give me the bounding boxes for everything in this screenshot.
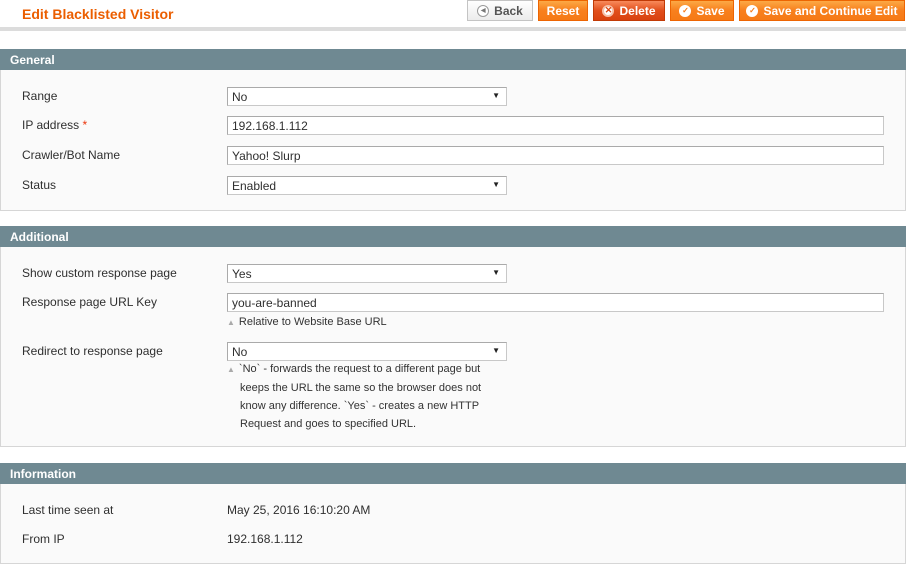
url-key-note-text: Relative to Website Base URL [238,316,387,328]
redirect-note-line: Request and goes to specified URL. [240,418,417,430]
ip-address-value: 192.168.1.112 [232,119,308,133]
required-mark: * [82,118,88,132]
redirect-note-line: keeps the URL the same so the browser do… [240,382,482,394]
page-header: Edit Blacklisted Visitor ◀ Back Reset ✕ … [0,0,906,27]
redirect-value: No [232,345,248,359]
url-key-input[interactable]: you-are-banned [227,293,884,312]
reset-button-label: Reset [546,3,580,18]
section-header-information: Information [0,463,906,484]
range-label: Range [22,89,58,103]
chevron-down-icon: ▼ [492,91,500,100]
save-button-label: Save [696,3,725,18]
section-header-general: General [0,49,906,70]
url-key-value: you-are-banned [232,296,317,310]
note-arrow-icon: ▲ [227,365,235,374]
show-custom-value: Yes [232,267,252,281]
crawler-name-input[interactable]: Yahoo! Slurp [227,146,884,165]
save-and-continue-label: Save and Continue Edit [763,3,898,18]
ip-address-input[interactable]: 192.168.1.112 [227,116,884,135]
reset-button[interactable]: Reset [538,0,588,21]
delete-button-label: Delete [619,3,656,18]
header-divider [0,27,906,31]
range-value: No [232,90,248,104]
section-information: Last time seen at May 25, 2016 16:10:20 … [0,484,906,564]
status-select[interactable]: Enabled ▼ [227,176,507,195]
chevron-down-icon: ▼ [492,268,500,277]
last-seen-label: Last time seen at [22,503,114,517]
section-general: Range No ▼ IP address * 192.168.1.112 Cr… [0,70,906,211]
crawler-name-value: Yahoo! Slurp [232,149,301,163]
url-key-note: ▲ Relative to Website Base URL [227,313,387,332]
check-icon: ✓ [746,4,759,17]
save-button[interactable]: ✓ Save [670,0,734,21]
redirect-label: Redirect to response page [22,344,163,358]
back-button[interactable]: ◀ Back [467,0,533,21]
check-icon: ✓ [679,4,692,17]
range-select[interactable]: No ▼ [227,87,507,106]
from-ip-value: 192.168.1.112 [227,532,303,546]
redirect-note-line: `No` - forwards the request to a differe… [238,363,481,375]
back-arrow-icon: ◀ [477,4,490,17]
page-title: Edit Blacklisted Visitor [22,6,174,22]
redirect-select[interactable]: No ▼ [227,342,507,361]
from-ip-label: From IP [22,532,65,546]
ip-address-label: IP address * [22,118,87,132]
chevron-down-icon: ▼ [492,346,500,355]
show-custom-label: Show custom response page [22,266,177,280]
last-seen-value: May 25, 2016 16:10:20 AM [227,503,371,517]
status-value: Enabled [232,179,277,193]
show-custom-select[interactable]: Yes ▼ [227,264,507,283]
section-header-additional: Additional [0,226,906,247]
delete-button[interactable]: ✕ Delete [593,0,665,21]
section-additional: Show custom response page Yes ▼ Response… [0,247,906,447]
delete-icon: ✕ [602,4,615,17]
crawler-name-label: Crawler/Bot Name [22,148,121,162]
save-and-continue-button[interactable]: ✓ Save and Continue Edit [739,0,905,21]
redirect-note-line: know any difference. `Yes` - creates a n… [240,400,480,412]
ip-address-label-text: IP address [22,118,80,132]
redirect-note: ▲ `No` - forwards the request to a differ… [227,360,481,433]
url-key-label: Response page URL Key [22,295,157,309]
note-arrow-icon: ▲ [227,318,235,327]
chevron-down-icon: ▼ [492,180,500,189]
status-label: Status [22,178,57,192]
back-button-label: Back [494,3,523,18]
